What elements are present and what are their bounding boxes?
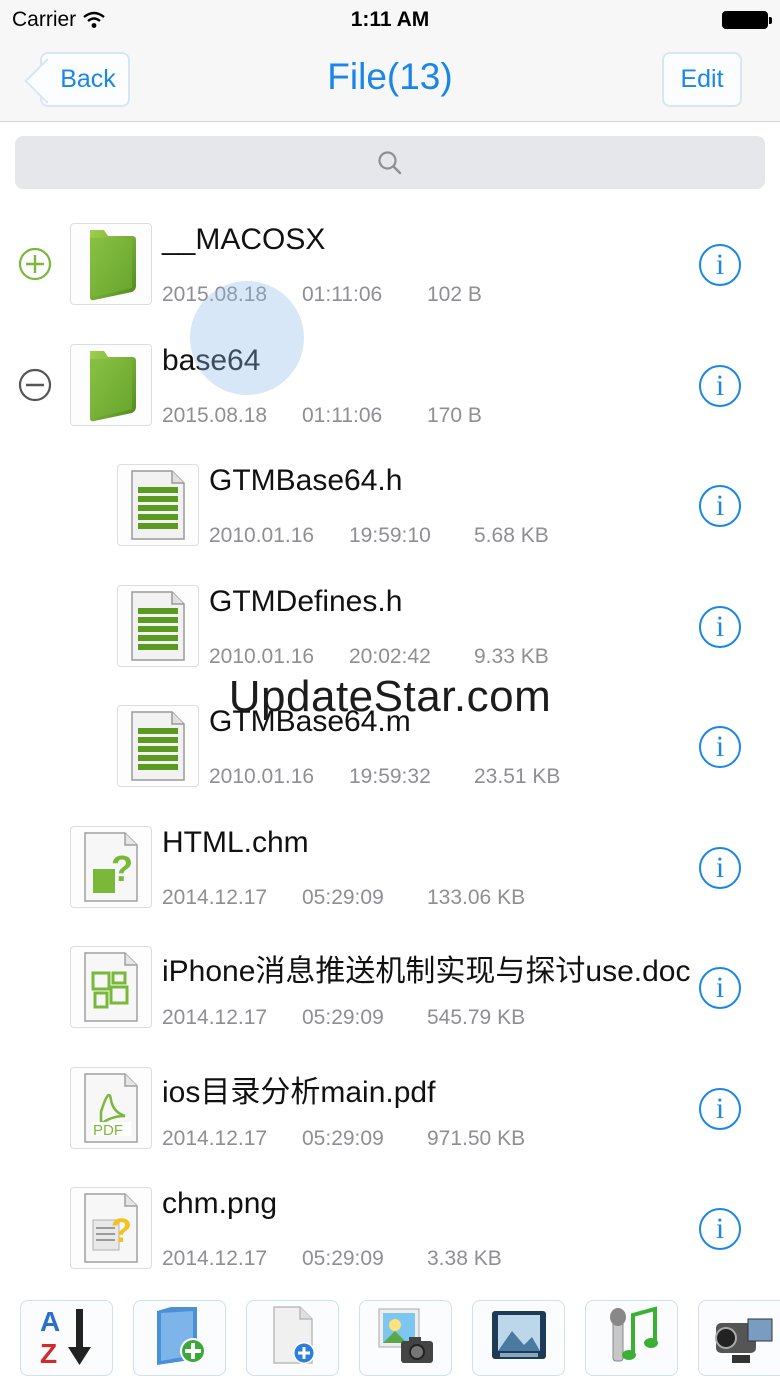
file-time: 01:11:06 xyxy=(302,403,383,427)
file-date: 2014.12.17 xyxy=(162,885,268,909)
svg-text:?: ? xyxy=(111,848,133,889)
file-name: chm.png xyxy=(162,1187,278,1220)
collapse-minus-icon[interactable] xyxy=(18,368,52,402)
file-date: 2015.08.18 xyxy=(162,403,268,427)
info-button[interactable]: i xyxy=(699,244,741,286)
audio-record-icon xyxy=(599,1303,665,1374)
file-size: 9.33 KB xyxy=(474,644,549,668)
new-file-button[interactable] xyxy=(246,1300,339,1376)
watermark-text: UpdateStar.com xyxy=(228,672,552,721)
file-row[interactable]: GTMDefines.h 2010.01.16 20:02:42 9.33 KB i xyxy=(0,563,780,683)
sort-az-button[interactable]: AZ xyxy=(20,1300,113,1376)
file-size: 3.38 KB xyxy=(427,1247,502,1270)
file-time: 19:59:32 xyxy=(349,765,431,788)
svg-text:PDF: PDF xyxy=(93,1122,123,1139)
file-name: iPhone消息推送机制实现与探讨use.doc xyxy=(162,955,691,988)
file-date: 2014.12.17 xyxy=(162,1247,268,1270)
file-name: __MACOSX xyxy=(162,223,326,256)
info-button[interactable]: i xyxy=(699,967,741,1009)
chm-file-icon: ? xyxy=(70,825,152,908)
gallery-book-button[interactable] xyxy=(472,1300,565,1376)
file-row[interactable]: ? chm.png 2014.12.17 05:29:09 3.38 KB i xyxy=(0,1165,780,1285)
file-time: 05:29:09 xyxy=(302,885,384,909)
folder-icon xyxy=(70,223,152,305)
text-file-icon xyxy=(117,464,199,546)
info-button[interactable]: i xyxy=(699,364,741,407)
bottom-toolbar: AZ xyxy=(0,1290,780,1387)
battery-icon xyxy=(722,11,772,29)
file-size: 23.51 KB xyxy=(474,765,561,788)
file-size: 5.68 KB xyxy=(474,524,549,547)
file-size: 545.79 KB xyxy=(427,1006,526,1029)
file-time: 01:11:06 xyxy=(302,283,383,306)
edit-button[interactable]: Edit xyxy=(662,52,742,107)
audio-record-button[interactable] xyxy=(585,1300,678,1376)
file-meta: 2010.01.16 19:59:32 23.51 KB xyxy=(209,765,560,789)
expand-plus-icon[interactable] xyxy=(18,247,52,281)
new-file-icon xyxy=(260,1303,326,1374)
gallery-book-icon xyxy=(486,1303,552,1374)
folder-row[interactable]: __MACOSX 2015.08.18 01:11:06 102 Bi xyxy=(0,201,780,321)
photo-import-icon xyxy=(373,1303,439,1374)
file-size: 102 B xyxy=(427,283,482,306)
file-row[interactable]: GTMBase64.h 2010.01.16 19:59:10 5.68 KB i xyxy=(0,442,780,562)
sort-az-icon: AZ xyxy=(34,1303,100,1374)
file-name: ios目录分析main.pdf xyxy=(162,1075,436,1109)
file-meta: 2014.12.17 05:29:09 133.06 KB xyxy=(162,886,525,910)
video-camera-button[interactable] xyxy=(698,1300,780,1376)
file-name: GTMDefines.h xyxy=(209,584,403,618)
file-date: 2014.12.17 xyxy=(162,1006,268,1029)
file-row[interactable]: ? HTML.chm 2014.12.17 05:29:09 133.06 KB i xyxy=(0,804,780,924)
search-bar[interactable] xyxy=(15,136,765,189)
search-icon xyxy=(378,150,402,174)
file-time: 05:29:09 xyxy=(302,1006,384,1029)
touch-indicator xyxy=(190,281,304,395)
file-date: 2010.01.16 xyxy=(209,644,315,668)
svg-text:?: ? xyxy=(111,1212,132,1250)
file-meta: 2014.12.17 05:29:09 971.50 KB xyxy=(162,1127,525,1151)
file-row[interactable]: iPhone消息推送机制实现与探讨use.doc 2014.12.17 05:29:… xyxy=(0,924,780,1044)
info-button[interactable]: i xyxy=(699,846,741,889)
file-time: 05:29:09 xyxy=(302,1126,384,1150)
info-button[interactable]: i xyxy=(699,1087,741,1130)
svg-text:A: A xyxy=(40,1306,60,1337)
new-folder-button[interactable] xyxy=(133,1300,226,1376)
status-time: 1:11 AM xyxy=(350,8,430,31)
text-file-icon xyxy=(117,584,199,667)
navigation-bar: Back File(13) Edit xyxy=(0,40,780,122)
file-date: 2010.01.16 xyxy=(209,765,315,788)
file-date: 2010.01.16 xyxy=(209,524,315,547)
info-button[interactable]: i xyxy=(699,726,741,768)
file-date: 2014.12.17 xyxy=(162,1126,268,1150)
file-meta: 2010.01.16 20:02:42 9.33 KB xyxy=(209,645,549,669)
new-folder-icon xyxy=(147,1303,213,1374)
file-size: 133.06 KB xyxy=(427,885,526,909)
info-button[interactable]: i xyxy=(699,605,741,648)
file-time: 20:02:42 xyxy=(349,644,431,668)
file-meta: 2015.08.18 01:11:06 170 B xyxy=(162,404,482,428)
file-time: 19:59:10 xyxy=(349,524,431,547)
info-button[interactable]: i xyxy=(699,1208,741,1250)
file-time: 05:29:09 xyxy=(302,1247,384,1270)
file-meta: 2014.12.17 05:29:09 545.79 KB xyxy=(162,1006,525,1030)
svg-text:Z: Z xyxy=(40,1338,57,1369)
folder-row[interactable]: base64 2015.08.18 01:11:06 170 Bi xyxy=(0,322,780,442)
photo-import-button[interactable] xyxy=(359,1300,452,1376)
folder-icon xyxy=(70,343,152,426)
doc-file-icon xyxy=(70,946,152,1028)
pdf-file-icon: PDF xyxy=(70,1066,152,1149)
file-meta: 2014.12.17 05:29:09 3.38 KB xyxy=(162,1247,502,1271)
video-camera-icon xyxy=(712,1303,778,1374)
file-size: 971.50 KB xyxy=(427,1126,526,1150)
status-bar: Carrier 1:11 AM xyxy=(0,0,780,40)
file-row[interactable]: PDF ios目录分析main.pdf 2014.12.17 05:29:09 971.… xyxy=(0,1045,780,1165)
file-name: GTMBase64.h xyxy=(209,464,403,497)
file-meta: 2010.01.16 19:59:10 5.68 KB xyxy=(209,524,549,548)
file-size: 170 B xyxy=(427,403,482,427)
image-file-icon: ? xyxy=(70,1187,152,1269)
file-name: HTML.chm xyxy=(162,825,309,859)
info-button[interactable]: i xyxy=(699,485,741,527)
